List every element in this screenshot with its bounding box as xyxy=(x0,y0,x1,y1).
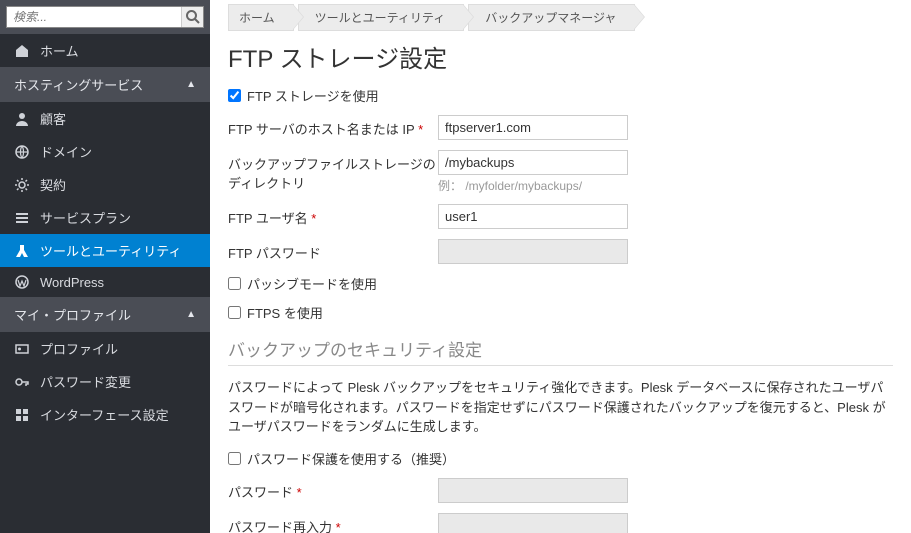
sidebar-group-hosting[interactable]: ホスティングサービス ▲ xyxy=(0,67,210,102)
pw-input[interactable] xyxy=(438,478,628,503)
home-icon xyxy=(14,43,30,59)
ftps-label: FTPS を使用 xyxy=(247,303,323,322)
passive-mode-checkbox[interactable] xyxy=(228,277,241,290)
search-icon xyxy=(185,9,201,25)
ftps-checkbox[interactable] xyxy=(228,306,241,319)
card-icon xyxy=(14,341,30,357)
use-ftp-storage-label: FTP ストレージを使用 xyxy=(247,86,379,105)
list-icon xyxy=(14,210,30,226)
sidebar-item-label: プロファイル xyxy=(40,339,118,358)
passive-mode-label: パッシブモードを使用 xyxy=(247,274,377,293)
pw-protect-checkbox[interactable] xyxy=(228,452,241,465)
sidebar-item-tools[interactable]: ツールとユーティリティ xyxy=(0,234,210,267)
gear-icon xyxy=(14,177,30,193)
sidebar-group-label: マイ・プロファイル xyxy=(14,305,131,324)
use-ftp-storage-checkbox[interactable] xyxy=(228,89,241,102)
search-button[interactable] xyxy=(181,7,203,27)
sidebar-item-label: サービスプラン xyxy=(40,208,131,227)
pw2-input[interactable] xyxy=(438,513,628,533)
sidebar-item-customers[interactable]: 顧客 xyxy=(0,102,210,135)
host-label: FTP サーバのホスト名または IP * xyxy=(228,115,438,138)
sidebar-item-label: パスワード変更 xyxy=(40,372,131,391)
search-wrap xyxy=(0,0,210,34)
sidebar-item-label: ドメイン xyxy=(40,142,92,161)
ftp-pass-input[interactable] xyxy=(438,239,628,264)
sidebar-item-interface-settings[interactable]: インターフェース設定 xyxy=(0,398,210,431)
user-label: FTP ユーザ名 * xyxy=(228,204,438,227)
sidebar-item-domains[interactable]: ドメイン xyxy=(0,135,210,168)
globe-icon xyxy=(14,144,30,160)
breadcrumb-item-backup-manager[interactable]: バックアップマネージャ xyxy=(468,4,635,31)
security-description: パスワードによって Plesk バックアップをセキュリティ強化できます。Ples… xyxy=(228,378,893,437)
sidebar-item-label: ツールとユーティリティ xyxy=(40,241,181,260)
sidebar: ホーム ホスティングサービス ▲ 顧客 ドメイン 契約 サービスプラン ツールと… xyxy=(0,0,210,533)
caret-up-icon: ▲ xyxy=(186,79,196,90)
dir-hint: 例： /myfolder/mybackups/ xyxy=(438,177,893,194)
sidebar-item-label: WordPress xyxy=(40,275,104,290)
sidebar-item-service-plans[interactable]: サービスプラン xyxy=(0,201,210,234)
dir-label: バックアップファイルストレージのディレクトリ xyxy=(228,150,438,192)
sidebar-item-label: 顧客 xyxy=(40,109,66,128)
sidebar-item-wordpress[interactable]: WordPress xyxy=(0,267,210,297)
breadcrumb-item-tools[interactable]: ツールとユーティリティ xyxy=(298,4,465,31)
security-section-title: バックアップのセキュリティ設定 xyxy=(228,336,893,366)
pw-label: パスワード * xyxy=(228,478,438,501)
search-input[interactable] xyxy=(7,7,181,27)
page-title: FTP ストレージ設定 xyxy=(228,39,893,74)
sidebar-item-label: 契約 xyxy=(40,175,66,194)
sidebar-item-subscriptions[interactable]: 契約 xyxy=(0,168,210,201)
breadcrumb-item-home[interactable]: ホーム xyxy=(228,4,294,31)
user-icon xyxy=(14,111,30,127)
sidebar-group-label: ホスティングサービス xyxy=(14,75,143,94)
tools-icon xyxy=(14,243,30,259)
wordpress-icon xyxy=(14,274,30,290)
breadcrumb: ホーム ツールとユーティリティ バックアップマネージャ xyxy=(228,4,893,31)
sidebar-group-profile[interactable]: マイ・プロファイル ▲ xyxy=(0,297,210,332)
sidebar-item-profile[interactable]: プロファイル xyxy=(0,332,210,365)
caret-up-icon: ▲ xyxy=(186,309,196,320)
pw2-label: パスワード再入力 * xyxy=(228,513,438,533)
sidebar-item-label: ホーム xyxy=(40,41,79,60)
grid-icon xyxy=(14,407,30,423)
ftp-pass-label: FTP パスワード xyxy=(228,239,438,262)
sidebar-item-home[interactable]: ホーム xyxy=(0,34,210,67)
pw-protect-label: パスワード保護を使用する（推奨） xyxy=(247,449,455,468)
sidebar-item-label: インターフェース設定 xyxy=(40,405,169,424)
search-box xyxy=(6,6,204,28)
dir-input[interactable] xyxy=(438,150,628,175)
user-input[interactable] xyxy=(438,204,628,229)
host-input[interactable] xyxy=(438,115,628,140)
key-icon xyxy=(14,374,30,390)
main-content: ホーム ツールとユーティリティ バックアップマネージャ FTP ストレージ設定 … xyxy=(210,0,911,533)
sidebar-item-change-password[interactable]: パスワード変更 xyxy=(0,365,210,398)
